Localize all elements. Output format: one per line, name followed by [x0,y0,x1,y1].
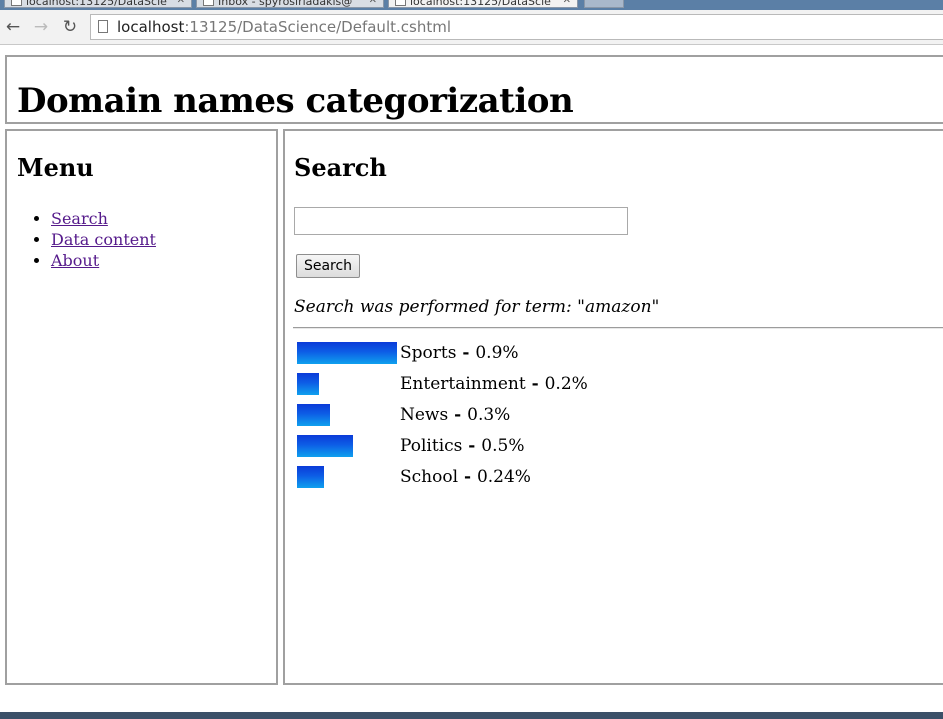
menu-link-about[interactable]: About [51,251,99,270]
divider [293,327,943,329]
bar-label: Politics - 0.5% [400,436,524,456]
bar-row: Sports - 0.9% [297,341,897,372]
category-name: Sports [400,343,457,363]
browser-tab-3[interactable]: localhost:13125/DataScie ✕ [388,0,578,8]
search-button[interactable]: Search [296,254,360,278]
bar-row: News - 0.3% [297,403,897,434]
category-name: Politics [400,436,463,456]
value-label: 0.9% [475,343,519,363]
bar-label: Entertainment - 0.2% [400,374,588,394]
bar-news [297,404,330,426]
bar-label: Sports - 0.9% [400,343,519,363]
new-tab-button[interactable] [584,0,624,8]
bar-label: News - 0.3% [400,405,510,425]
page-favicon-icon [395,0,406,6]
menu-link-data-content[interactable]: Data content [51,230,156,249]
bar-row: Entertainment - 0.2% [297,372,897,403]
menu-heading: Menu [17,153,94,182]
page-title: Domain names categorization [17,81,574,121]
menu-item-about: About [51,250,156,271]
bar-sports [297,342,397,364]
category-name: News [400,405,449,425]
category-name: School [400,467,459,487]
forward-arrow-icon[interactable]: → [30,16,52,38]
menu-item-data-content: Data content [51,229,156,250]
tab-label: localhost:13125/DataScie [410,0,551,8]
reload-icon[interactable]: ↻ [59,16,81,38]
search-input[interactable] [294,207,628,235]
header-frame: Domain names categorization [5,55,943,124]
browser-tabstrip: localhost:13125/DataScie ✕ Inbox - spyros… [0,0,943,10]
menu-link-search[interactable]: Search [51,209,108,228]
category-name: Entertainment [400,374,526,394]
value-label: 0.3% [467,405,511,425]
value-label: 0.2% [544,374,588,394]
page-icon [98,20,108,33]
back-arrow-icon[interactable]: ← [2,16,24,38]
bar-entertainment [297,373,319,395]
bar-school [297,466,324,488]
close-tab-icon[interactable]: ✕ [369,0,377,6]
bar-row: School - 0.24% [297,465,897,496]
close-tab-icon[interactable]: ✕ [563,0,571,6]
browser-tab-1[interactable]: localhost:13125/DataScie ✕ [4,0,192,8]
separator: - [458,467,477,487]
separator: - [448,405,468,425]
bar-row: Politics - 0.5% [297,434,897,465]
menu-item-search: Search [51,208,156,229]
address-url: localhost:13125/DataScience/Default.csht… [117,18,451,36]
bar-politics [297,435,353,457]
tab-label: localhost:13125/DataScie [26,0,167,8]
search-heading: Search [294,153,387,182]
separator: - [462,436,482,456]
search-result-note: Search was performed for term: "amazon" [294,297,660,317]
browser-toolbar: ← → ↻ localhost:13125/DataScience/Defaul… [0,10,943,45]
tab-label: Inbox - spyrosiriadakis@ [218,0,353,8]
menu-list: Search Data content About [17,208,156,271]
menu-frame: Menu Search Data content About [5,129,278,685]
os-taskbar [0,712,943,719]
bar-label: School - 0.24% [400,467,531,487]
main-frame: Search Search Search was performed for t… [283,129,943,685]
mail-favicon-icon [203,0,214,6]
address-bar[interactable]: localhost:13125/DataScience/Default.csht… [90,14,943,40]
value-label: 0.24% [476,467,531,487]
separator: - [456,343,476,363]
separator: - [525,374,545,394]
category-bar-chart: Sports - 0.9% Entertainment - 0.2% News - … [297,341,897,496]
close-tab-icon[interactable]: ✕ [177,0,185,6]
page-favicon-icon [11,0,22,6]
browser-tab-2[interactable]: Inbox - spyrosiriadakis@ ✕ [196,0,384,8]
value-label: 0.5% [481,436,525,456]
